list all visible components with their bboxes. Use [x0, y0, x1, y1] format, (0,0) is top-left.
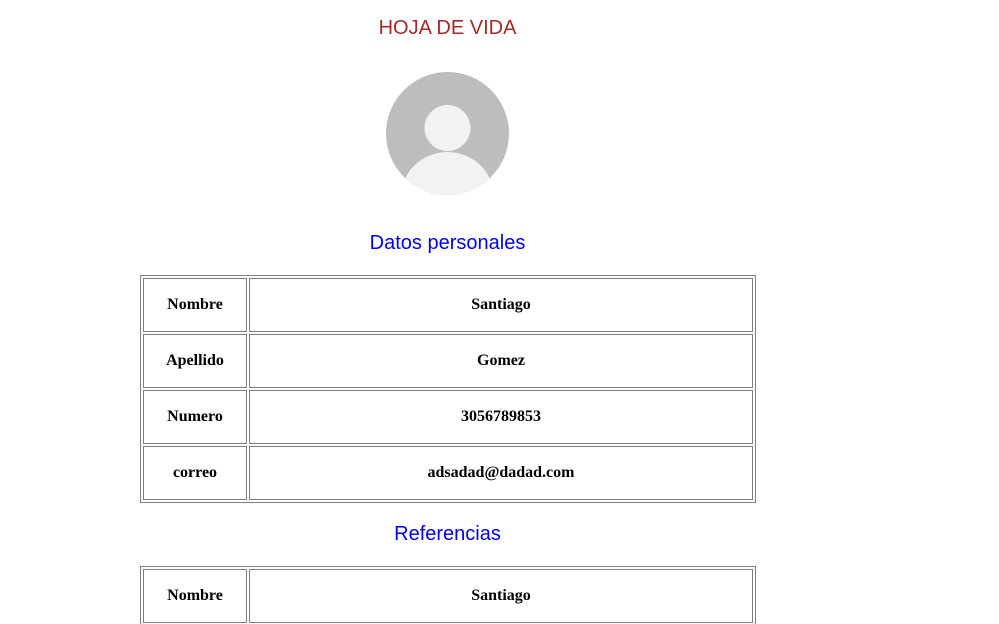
row-label: Apellido: [143, 334, 247, 388]
table-row: Nombre Santiago: [143, 569, 753, 623]
personal-data-table: Nombre Santiago Apellido Gomez Numero 30…: [140, 275, 756, 503]
page-title: HOJA DE VIDA: [378, 17, 517, 39]
section-heading-datos-personales: Datos personales: [369, 232, 526, 254]
row-label: correo: [143, 446, 247, 500]
user-silhouette-icon: [386, 72, 509, 195]
row-value: Gomez: [249, 334, 753, 388]
references-table: Nombre Santiago: [140, 566, 756, 624]
avatar: [386, 72, 509, 195]
table-row: Numero 3056789853: [143, 390, 753, 444]
row-label: Nombre: [143, 569, 247, 623]
row-value: 3056789853: [249, 390, 753, 444]
table-row: correo adsadad@dadad.com: [143, 446, 753, 500]
resume-page: HOJA DE VIDA Datos personales Nombre San…: [0, 0, 999, 624]
table-row: Nombre Santiago: [143, 278, 753, 332]
row-label: Nombre: [143, 278, 247, 332]
table-row: Apellido Gomez: [143, 334, 753, 388]
row-value: Santiago: [249, 569, 753, 623]
section-heading-referencias: Referencias: [394, 523, 501, 545]
row-value: adsadad@dadad.com: [249, 446, 753, 500]
row-label: Numero: [143, 390, 247, 444]
row-value: Santiago: [249, 278, 753, 332]
